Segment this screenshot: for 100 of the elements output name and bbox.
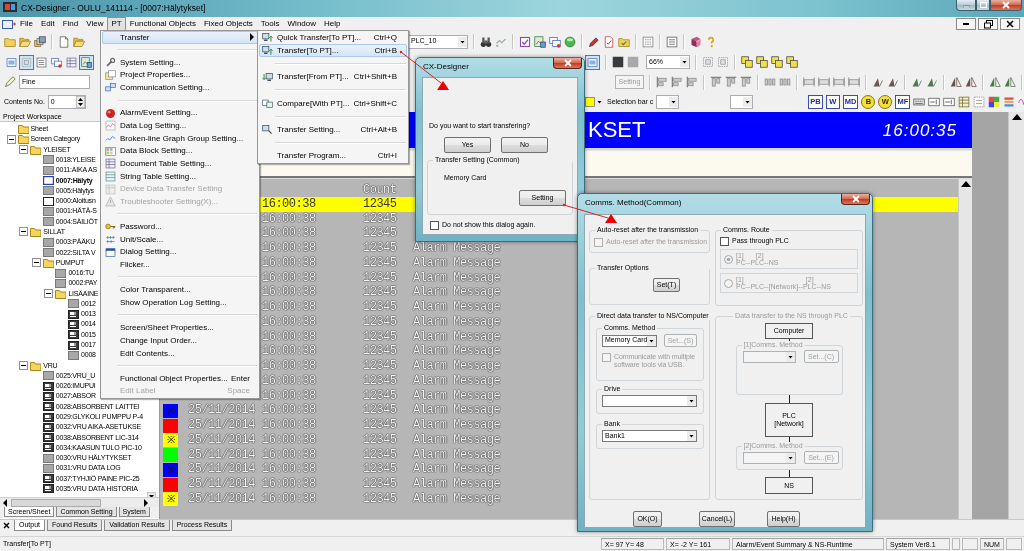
list-icon[interactable] [34, 54, 49, 70]
open-folder-icon[interactable] [19, 35, 31, 48]
book-icon[interactable] [690, 35, 702, 48]
menu-item[interactable]: Dialog Setting... [102, 245, 258, 259]
menu-item[interactable]: File [16, 17, 37, 31]
align-icon[interactable] [710, 76, 722, 88]
size-icon[interactable] [848, 76, 860, 88]
flip-icon[interactable] [1004, 76, 1016, 88]
size-icon[interactable] [818, 76, 830, 88]
scroll-up-arrow-icon[interactable] [1011, 113, 1022, 121]
rotate-icon[interactable] [887, 76, 899, 88]
dashed-list-icon[interactable] [973, 96, 986, 108]
flip-icon[interactable] [950, 76, 962, 88]
align-icon[interactable] [656, 76, 668, 88]
color-bars-icon[interactable] [1003, 96, 1016, 108]
document-check-icon[interactable] [603, 35, 615, 48]
checkbox[interactable] [720, 237, 729, 246]
menu-item[interactable]: Color Transparent... [102, 283, 258, 297]
scroll-up-arrow-icon[interactable] [960, 180, 971, 188]
menu-item[interactable]: Unit/Scale... [102, 233, 258, 246]
scrollbar-thumb[interactable] [11, 498, 101, 507]
menu-item[interactable]: System Setting... [102, 56, 258, 69]
picture-icon[interactable] [79, 54, 94, 70]
layers-icon[interactable] [756, 56, 768, 68]
menu-item[interactable]: Data Block Setting... [102, 144, 258, 158]
menu-item[interactable]: Transfer [102, 31, 258, 44]
menu-item[interactable]: Tools [256, 17, 284, 31]
maximize-button[interactable] [976, 0, 990, 11]
close-button[interactable] [990, 0, 1022, 11]
menu-item[interactable]: Help [320, 17, 345, 31]
pen-icon[interactable] [588, 35, 600, 48]
menu-item[interactable]: Quick Transfer[To PT]... Ctrl+Q [259, 31, 407, 45]
rotate-icon[interactable] [911, 76, 923, 88]
checkbox[interactable] [430, 221, 439, 230]
dropdown[interactable] [730, 95, 754, 109]
windows-icon[interactable] [549, 35, 561, 48]
dropdown[interactable] [602, 395, 697, 407]
stacked-pages-icon[interactable] [34, 35, 46, 48]
menu-item[interactable]: Edit Contents... [102, 347, 258, 360]
menu-item[interactable]: Communication Setting... [102, 81, 258, 95]
close-button[interactable] [841, 194, 870, 205]
layers-icon[interactable] [771, 56, 783, 68]
color-grid-icon[interactable] [988, 96, 1001, 108]
menu-item[interactable]: Transfer Program... Ctrl+I [259, 149, 407, 163]
menu-item[interactable]: Data Log Setting... [102, 119, 258, 133]
menu-item[interactable]: Transfer[From PT]... Ctrl+Shift+B [259, 70, 407, 84]
vertical-scrollbar[interactable] [1008, 112, 1024, 519]
flip-icon[interactable] [989, 76, 1001, 88]
close-icon[interactable] [3, 522, 10, 529]
binoculars-icon[interactable] [480, 35, 492, 48]
close-button[interactable] [553, 58, 582, 69]
menu-item[interactable]: PT [107, 17, 126, 31]
collapse-icon[interactable] [19, 227, 29, 237]
menu-item[interactable]: Transfer[To PT]... Ctrl+B [259, 44, 407, 58]
table-icon[interactable] [958, 96, 971, 108]
menu-item[interactable]: Window [283, 17, 320, 31]
horizontal-scrollbar[interactable] [0, 497, 159, 507]
align-icon[interactable] [671, 76, 683, 88]
flip-icon[interactable] [965, 76, 977, 88]
color-dropdown[interactable] [585, 97, 604, 107]
menu-item[interactable]: Find [58, 17, 83, 31]
layers-icon[interactable] [786, 56, 798, 68]
rotate-icon[interactable] [872, 76, 884, 88]
menu-item[interactable]: Change Input Order... [102, 334, 258, 347]
size-icon[interactable] [833, 76, 845, 88]
keypad-icon[interactable] [642, 35, 654, 48]
size-icon[interactable] [803, 76, 815, 88]
close-button[interactable] [1000, 18, 1020, 30]
menu-item[interactable]: Fixed Objects [199, 17, 257, 31]
restore-button[interactable] [978, 18, 998, 30]
scroll-left-arrow-icon[interactable] [2, 498, 8, 507]
open-folder-icon[interactable] [73, 35, 85, 48]
rotate-icon[interactable] [926, 76, 938, 88]
align-icon[interactable] [725, 76, 737, 88]
menu-item[interactable]: View [82, 17, 108, 31]
menu-item[interactable]: Project Properties... [102, 68, 258, 82]
filled-square-icon[interactable] [612, 56, 624, 68]
align-icon[interactable] [740, 76, 752, 88]
menu-item[interactable]: Functional Objects [125, 17, 200, 31]
menu-item[interactable]: Compare[With PT]... Ctrl+Shift+C [259, 96, 407, 111]
collapse-icon[interactable] [19, 145, 29, 155]
folder-icon[interactable] [4, 35, 16, 48]
pencil-icon[interactable] [4, 76, 16, 88]
vertical-scrollbar[interactable] [958, 179, 972, 519]
menu-item[interactable]: Alarm/Event Setting... [102, 106, 258, 120]
align-icon[interactable] [686, 76, 698, 88]
collapse-icon[interactable] [19, 361, 29, 371]
menu-item[interactable]: String Table Setting... [102, 170, 258, 183]
picture-icon[interactable] [534, 35, 546, 48]
menu-item[interactable]: Transfer Setting... Ctrl+Alt+B [259, 123, 407, 137]
checkbox-icon[interactable] [519, 35, 531, 48]
distribute-icon[interactable] [779, 76, 791, 88]
ball-icon[interactable] [564, 35, 576, 48]
new-page-icon[interactable] [58, 35, 70, 48]
collapse-icon[interactable] [44, 289, 54, 299]
list-icon[interactable] [666, 35, 678, 48]
layers-icon[interactable] [741, 56, 753, 68]
menu-item[interactable]: Broken-line Graph Group Setting... [102, 132, 258, 145]
menu-item[interactable]: Password... [102, 220, 258, 234]
folder-check-icon[interactable] [618, 35, 630, 48]
